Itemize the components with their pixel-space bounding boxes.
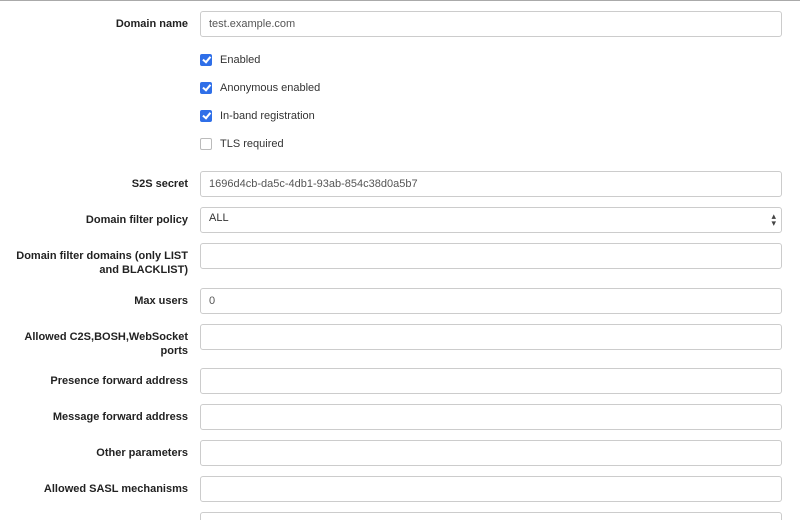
row-domain-filter-domains: Domain filter domains (only LIST and BLA…	[0, 243, 800, 278]
label-message-forward: Message forward address	[0, 404, 200, 424]
checkbox-inband-label: In-band registration	[220, 110, 315, 122]
row-message-forward: Message forward address	[0, 404, 800, 430]
input-message-forward[interactable]	[200, 404, 782, 430]
checkbox-tls-label: TLS required	[220, 138, 284, 150]
input-owner[interactable]	[200, 512, 782, 520]
checkbox-enabled[interactable]	[200, 54, 212, 66]
input-other-params[interactable]	[200, 440, 782, 466]
row-owner: Owner	[0, 512, 800, 520]
label-allowed-ports: Allowed C2S,BOSH,WebSocket ports	[0, 324, 200, 359]
label-max-users: Max users	[0, 288, 200, 308]
checkbox-tls-row[interactable]: TLS required	[200, 133, 782, 155]
input-presence-forward[interactable]	[200, 368, 782, 394]
checkbox-enabled-label: Enabled	[220, 54, 260, 66]
label-domain-filter-domains: Domain filter domains (only LIST and BLA…	[0, 243, 200, 278]
input-allowed-ports[interactable]	[200, 324, 782, 350]
label-allowed-sasl: Allowed SASL mechanisms	[0, 476, 200, 496]
row-s2s-secret: S2S secret	[0, 171, 800, 197]
label-s2s-secret: S2S secret	[0, 171, 200, 191]
row-domain-name: Domain name	[0, 11, 800, 37]
checkbox-inband-row[interactable]: In-band registration	[200, 105, 782, 127]
checkbox-inband[interactable]	[200, 110, 212, 122]
row-domain-filter-policy: Domain filter policy ALL ▴▾	[0, 207, 800, 233]
checkbox-anonymous[interactable]	[200, 82, 212, 94]
row-presence-forward: Presence forward address	[0, 368, 800, 394]
input-allowed-sasl[interactable]	[200, 476, 782, 502]
checkbox-tls[interactable]	[200, 138, 212, 150]
select-domain-filter-policy[interactable]: ALL	[200, 207, 782, 233]
row-max-users: Max users	[0, 288, 800, 314]
row-allowed-ports: Allowed C2S,BOSH,WebSocket ports	[0, 324, 800, 359]
label-domain-filter-policy: Domain filter policy	[0, 207, 200, 227]
checkbox-enabled-row[interactable]: Enabled	[200, 49, 782, 71]
label-other-params: Other parameters	[0, 440, 200, 460]
label-domain-name: Domain name	[0, 11, 200, 31]
label-owner: Owner	[0, 512, 200, 520]
input-s2s-secret[interactable]	[200, 171, 782, 197]
domain-config-form: Domain name Enabled Anonymous enabled In…	[0, 0, 800, 520]
checkbox-anonymous-label: Anonymous enabled	[220, 82, 320, 94]
row-allowed-sasl: Allowed SASL mechanisms	[0, 476, 800, 502]
row-checkboxes: Enabled Anonymous enabled In-band regist…	[0, 47, 800, 161]
input-domain-filter-domains[interactable]	[200, 243, 782, 269]
label-presence-forward: Presence forward address	[0, 368, 200, 388]
input-max-users[interactable]	[200, 288, 782, 314]
checkbox-anonymous-row[interactable]: Anonymous enabled	[200, 77, 782, 99]
input-domain-name[interactable]	[200, 11, 782, 37]
row-other-params: Other parameters	[0, 440, 800, 466]
